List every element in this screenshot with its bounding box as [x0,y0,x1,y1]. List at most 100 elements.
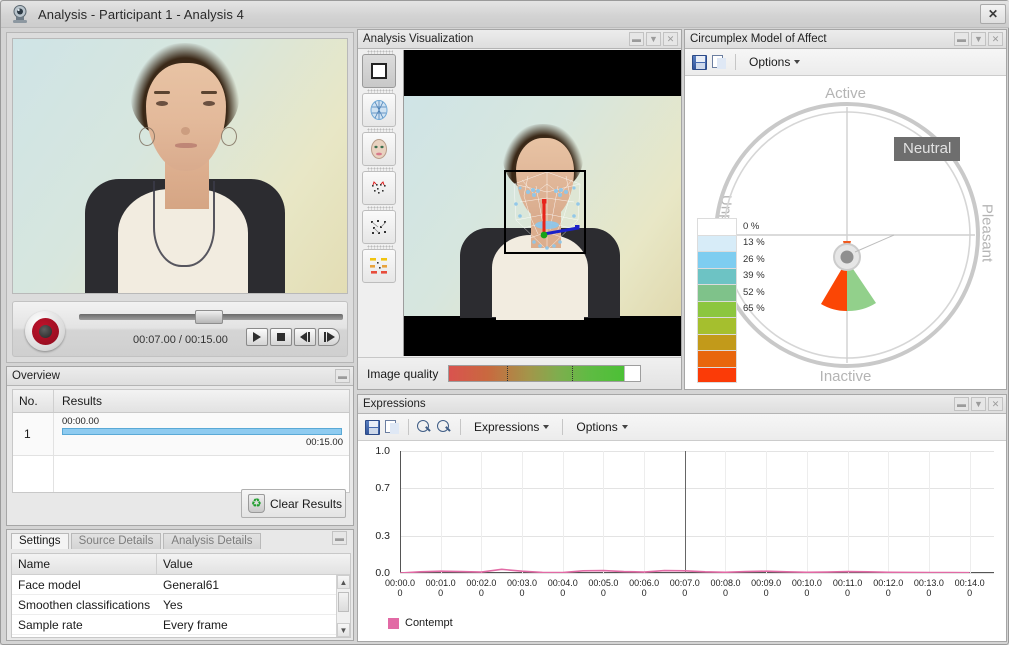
clear-results-label: Clear Results [270,497,342,511]
seek-thumb[interactable] [195,310,223,324]
minimize-icon[interactable]: ▬ [954,32,969,46]
analysis-visualization-panel: Analysis Visualization ▬ ▼ ✕ [357,29,682,390]
video-brow-left [154,91,170,94]
minimize-icon[interactable]: ▬ [954,397,969,411]
circumplex-plot[interactable]: Active Inactive Unpleasant Pleasant [685,77,1006,389]
circumplex-title: Circumplex Model of Affect [690,33,954,45]
close-icon[interactable]: ✕ [988,397,1003,411]
x-axis-tick: 00:02.00 [459,578,503,598]
scroll-thumb[interactable] [338,592,349,612]
tab-settings[interactable]: Settings [11,533,69,549]
analysis-video-view[interactable] [403,50,681,356]
clear-results-button[interactable]: Clear Results [241,489,346,518]
expressions-toolbar: Expressions Options [358,414,1006,441]
x-tick-line1: 00:10.0 [785,578,829,588]
legend-swatch [697,218,737,235]
tab-analysis-details[interactable]: Analysis Details [163,533,260,549]
legend-swatch [697,317,737,334]
row-number: 1 [13,413,54,455]
x-tick-line2: 0 [663,588,707,598]
expressions-header-buttons: ▬ ▼ ✕ [954,397,1006,411]
settings-row-face-model[interactable]: Face model General61 ✎ [12,575,350,595]
legend-item-extra [697,334,793,351]
save-icon[interactable] [365,420,380,435]
save-icon[interactable] [692,55,707,70]
expressions-chart[interactable]: 0.00.30.71.0 00:00.0000:01.0000:02.0000:… [358,443,1004,641]
plot-area [400,451,994,573]
zoom-out-icon[interactable] [417,420,432,435]
x-tick-line2: 0 [826,588,870,598]
overview-col-results: Results [54,390,349,412]
x-tick-line2: 0 [866,588,910,598]
close-icon[interactable]: ✕ [988,32,1003,46]
x-axis-tick: 00:13.00 [907,578,951,598]
table-row[interactable]: 1 00:00.00 00:15.00 [13,413,349,456]
necklace [153,181,215,267]
settings-table: Name Value Face model General61 ✎ Smooth… [11,553,351,638]
step-forward-button[interactable] [318,328,340,346]
tab-source-details[interactable]: Source Details [71,533,162,549]
tool-landmarks-view[interactable] [362,171,396,205]
x-tick-line2: 0 [703,588,747,598]
legend-item: 13 % [697,235,793,252]
minimize-icon[interactable]: ▬ [332,531,347,545]
copy-icon[interactable] [712,55,727,70]
participant-video[interactable] [12,38,348,294]
tool-face-mesh-view[interactable] [362,93,396,127]
x-tick-line1: 00:06.0 [622,578,666,588]
close-button[interactable]: ✕ [980,4,1006,24]
toolbar-separator [460,419,461,435]
copy-icon[interactable] [385,420,400,435]
legend-label: 26 % [737,254,765,265]
legend-swatch [697,284,737,301]
video-eye-right [203,101,215,106]
x-tick-line1: 00:13.0 [907,578,951,588]
video-transport-bar: 00:07.00 / 00:15.00 [12,301,348,357]
legend-label: 39 % [737,270,765,281]
play-button[interactable] [246,328,268,346]
minimize-icon[interactable]: ▬ [335,369,350,383]
maximize-icon[interactable]: ▼ [646,32,661,46]
tool-action-units-view[interactable] [362,249,396,283]
record-indicator[interactable] [25,311,65,351]
x-axis-tick: 00:03.00 [500,578,544,598]
chevron-down-icon [622,425,628,429]
settings-col-name: Name [12,554,157,574]
setting-value: Every frame [157,618,332,632]
expressions-title: Expressions [363,398,954,410]
tool-face-texture-view[interactable] [362,132,396,166]
stop-button[interactable] [270,328,292,346]
video-brow-right [201,91,217,94]
expressions-options-menu[interactable]: Options [571,418,632,436]
settings-row-sample-rate[interactable]: Sample rate Every frame ✎ [12,615,350,635]
tool-feature-points-view[interactable] [362,210,396,244]
seek-slider[interactable] [79,314,343,320]
legend-item-extra [697,350,793,367]
settings-scrollbar[interactable]: ▲ ▼ [336,575,350,637]
legend-swatch [697,301,737,318]
scroll-down-icon[interactable]: ▼ [337,623,350,637]
close-icon[interactable]: ✕ [663,32,678,46]
legend-item: 26 % [697,251,793,268]
toolbar-separator [408,419,409,435]
x-axis-tick: 00:06.00 [622,578,666,598]
maximize-icon[interactable]: ▼ [971,32,986,46]
x-tick-line1: 00:05.0 [581,578,625,588]
x-tick-line1: 00:07.0 [663,578,707,588]
transport-buttons [246,328,340,346]
circumplex-options-menu[interactable]: Options [744,53,805,71]
expressions-menu[interactable]: Expressions [469,418,554,436]
tool-plain-view[interactable] [362,54,396,88]
settings-row-smoothen[interactable]: Smoothen classifications Yes ✎ [12,595,350,615]
step-back-button[interactable] [294,328,316,346]
minimize-icon[interactable]: ▬ [629,32,644,46]
x-tick-line2: 0 [541,588,585,598]
circumplex-header-buttons: ▬ ▼ ✕ [954,32,1006,46]
setting-name: Smoothen classifications [12,598,157,612]
row-results: 00:00.00 00:15.00 [54,413,349,455]
zoom-in-icon[interactable] [437,420,452,435]
maximize-icon[interactable]: ▼ [971,397,986,411]
scroll-up-icon[interactable]: ▲ [337,575,350,589]
settings-table-header: Name Value [12,554,350,575]
image-quality-gauge [448,365,641,382]
